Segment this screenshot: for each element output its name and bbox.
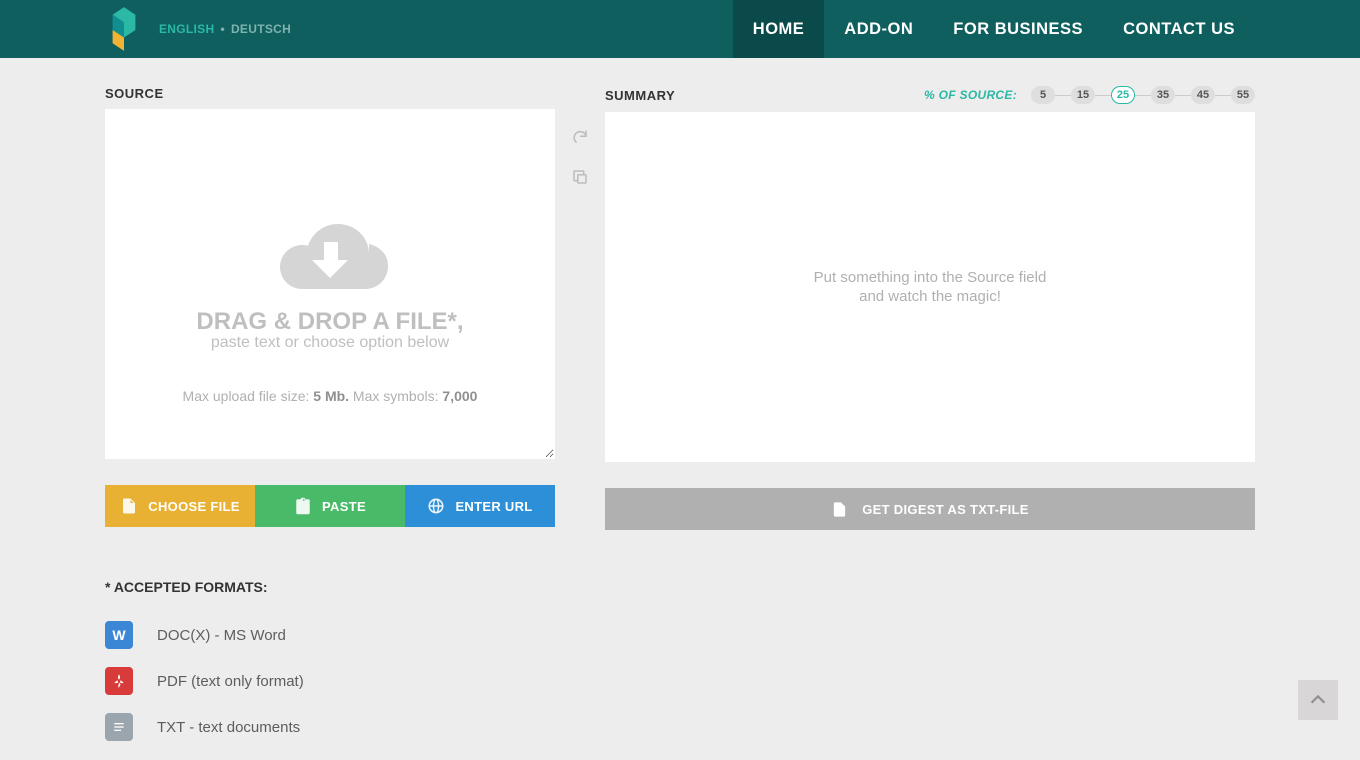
format-row-word: W DOC(X) - MS Word (105, 621, 555, 649)
dropzone-subtitle: paste text or choose option below (211, 334, 449, 352)
pct-option-5[interactable]: 5 (1031, 86, 1055, 104)
format-label: PDF (text only format) (157, 673, 304, 690)
pct-of-source-label: % OF SOURCE: (924, 88, 1017, 102)
limits-text: Max upload file size: 5 Mb. Max symbols:… (106, 388, 554, 404)
top-nav: ENGLISH • DEUTSCH HOMEADD-ONFOR BUSINESS… (0, 0, 1360, 58)
nav-link-for-business[interactable]: FOR BUSINESS (933, 0, 1103, 58)
source-dropzone[interactable]: DRAG & DROP A FILE*, paste text or choos… (105, 109, 555, 459)
format-row-pdf: PDF (text only format) (105, 667, 555, 695)
pct-connector (1135, 95, 1151, 96)
pct-connector (1055, 95, 1071, 96)
format-row-txt: TXT - text documents (105, 713, 555, 741)
source-label: SOURCE (105, 86, 555, 101)
clipboard-icon (294, 497, 312, 515)
accepted-formats-title: * ACCEPTED FORMATS: (105, 579, 555, 595)
paste-button[interactable]: PASTE (255, 485, 405, 527)
globe-icon (427, 497, 445, 515)
enter-url-button[interactable]: ENTER URL (405, 485, 555, 527)
summary-label: SUMMARY (605, 88, 675, 103)
scroll-to-top-button[interactable] (1298, 680, 1338, 720)
lang-separator: • (220, 22, 225, 36)
pct-option-15[interactable]: 15 (1071, 86, 1095, 104)
format-label: DOC(X) - MS Word (157, 627, 286, 644)
pct-selector[interactable]: 5 15 25 35 45 55 (1031, 86, 1255, 104)
pdf-icon (105, 667, 133, 695)
pct-option-35[interactable]: 35 (1151, 86, 1175, 104)
pct-option-45[interactable]: 45 (1191, 86, 1215, 104)
pct-connector (1175, 95, 1191, 96)
cloud-download-icon (265, 216, 395, 294)
get-digest-button[interactable]: GET DIGEST AS TXT-FILE (605, 488, 1255, 530)
pct-connector (1095, 95, 1111, 96)
copy-icon[interactable] (569, 166, 591, 188)
file-icon (120, 497, 138, 515)
txt-icon (105, 713, 133, 741)
dropzone-title: DRAG & DROP A FILE*, (196, 308, 463, 336)
summary-placeholder: Put something into the Source field and … (814, 268, 1047, 307)
word-icon: W (105, 621, 133, 649)
chevron-up-icon (1307, 689, 1329, 711)
nav-links: HOMEADD-ONFOR BUSINESSCONTACT US (733, 0, 1255, 58)
lang-deutsch[interactable]: DEUTSCH (231, 22, 291, 36)
pct-option-25[interactable]: 25 (1111, 86, 1135, 104)
pct-option-55[interactable]: 55 (1231, 86, 1255, 104)
nav-link-contact-us[interactable]: CONTACT US (1103, 0, 1255, 58)
format-label: TXT - text documents (157, 719, 300, 736)
logo-icon[interactable] (105, 5, 143, 53)
lang-english[interactable]: ENGLISH (159, 22, 214, 36)
nav-link-home[interactable]: HOME (733, 0, 825, 58)
nav-link-add-on[interactable]: ADD-ON (824, 0, 933, 58)
summary-output: Put something into the Source field and … (605, 112, 1255, 462)
refresh-icon[interactable] (569, 126, 591, 148)
download-file-icon (831, 501, 848, 518)
language-switcher[interactable]: ENGLISH • DEUTSCH (159, 22, 291, 36)
choose-file-button[interactable]: CHOOSE FILE (105, 485, 255, 527)
pct-connector (1215, 95, 1231, 96)
